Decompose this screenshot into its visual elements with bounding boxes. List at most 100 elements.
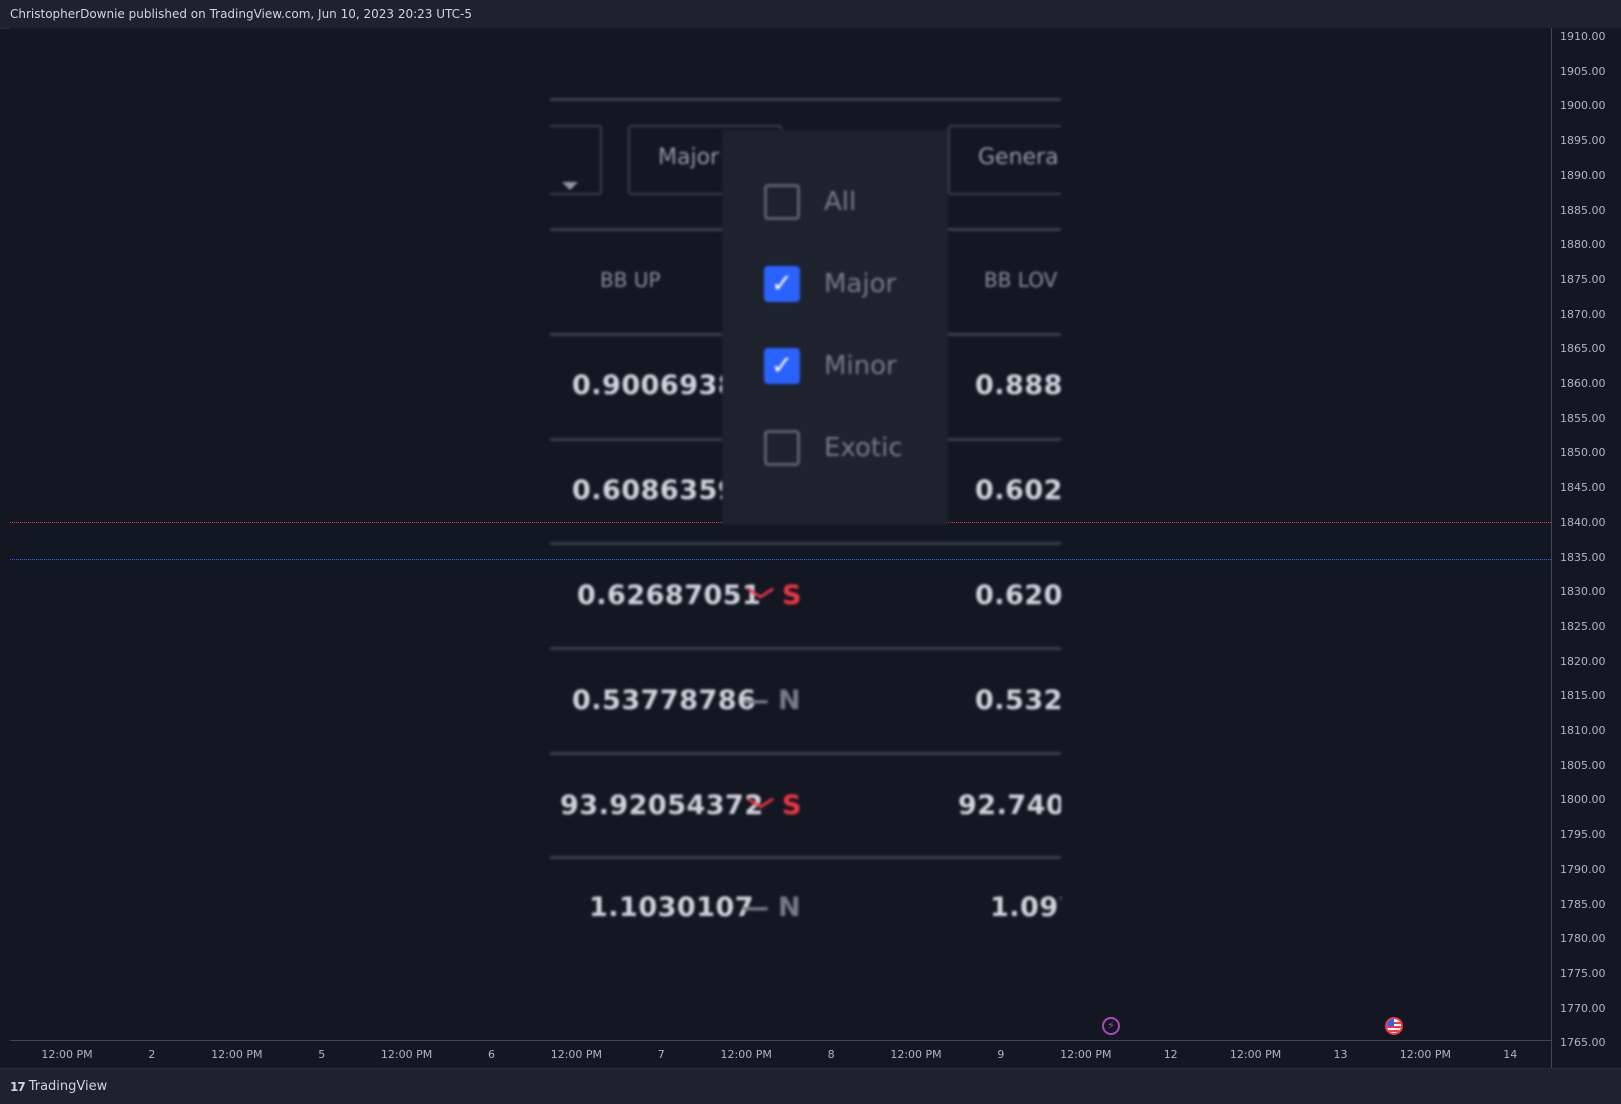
embedded-table-image: Major Genera BB UP BB LOV 0.90069389 0.8… [550, 80, 1061, 980]
time-tick: 12:00 PM [1060, 1048, 1112, 1061]
option-exotic: Exotic [764, 430, 903, 466]
lightning-icon[interactable]: ⚡ [1102, 1017, 1120, 1035]
selector-right: Genera [948, 125, 1061, 195]
tradingview-logo-icon: 17 [10, 1079, 26, 1094]
time-tick: 12:00 PM [720, 1048, 772, 1061]
publish-info: ChristopherDownie published on TradingVi… [10, 7, 473, 21]
price-tick: 1905.00 [1560, 64, 1606, 78]
row-5-bb-up: 93.92054372 [560, 790, 764, 821]
price-tick: 1880.00 [1560, 238, 1606, 252]
option-all: All [764, 184, 856, 220]
dash-icon: — [742, 892, 770, 923]
price-tick: 1765.00 [1560, 1036, 1606, 1050]
price-tick: 1775.00 [1560, 966, 1606, 980]
chevron-down-icon: ﹀ [747, 797, 775, 828]
time-axis[interactable]: 12:00 PM 2 12:00 PM 5 12:00 PM 6 12:00 PM 7 12:0… [10, 1040, 1551, 1069]
time-tick: 2 [148, 1048, 156, 1061]
time-tick: 12 [1163, 1048, 1178, 1061]
row-2-bb-low: 0.6024 [975, 475, 1061, 506]
option-minor: ✓ Minor [764, 348, 897, 384]
price-tick: 1790.00 [1560, 862, 1606, 876]
price-tick: 1865.00 [1560, 342, 1606, 356]
checkbox-unchecked-icon [764, 184, 800, 220]
time-tick: 12:00 PM [41, 1048, 93, 1061]
price-axis[interactable]: 1910.00 1905.00 1900.00 1895.00 1890.00 1885.… [1551, 28, 1621, 1068]
time-tick: 12:00 PM [890, 1048, 942, 1061]
time-tick: 14 [1503, 1048, 1518, 1061]
chevron-down-icon: ﹀ [747, 587, 775, 618]
time-tick: 6 [488, 1048, 495, 1061]
selector-right-label: Genera [978, 145, 1059, 170]
price-tick: 1820.00 [1560, 654, 1606, 668]
separator [550, 647, 1061, 650]
price-tick: 1895.00 [1560, 134, 1606, 148]
price-tick: 1855.00 [1560, 411, 1606, 425]
row-5-signal: S [782, 790, 802, 821]
time-tick: 12:00 PM [1229, 1048, 1282, 1061]
us-flag-icon[interactable] [1385, 1017, 1403, 1035]
time-tick: 7 [657, 1048, 665, 1061]
option-exotic-label: Exotic [824, 433, 903, 463]
price-tick: 1885.00 [1560, 203, 1606, 217]
price-tick: 1900.00 [1560, 99, 1606, 113]
header-bb-up: BB UP [600, 268, 661, 292]
time-tick: 5 [318, 1048, 326, 1061]
category-dropdown: All ✓ Major ✓ Minor Exotic [722, 130, 948, 525]
separator [550, 98, 1061, 101]
price-tick: 1805.00 [1560, 758, 1606, 772]
price-tick: 1780.00 [1560, 932, 1606, 946]
price-tick: 1860.00 [1560, 377, 1606, 390]
price-tick: 1770.00 [1560, 1001, 1606, 1015]
price-tick: 1815.00 [1560, 689, 1606, 703]
price-tick: 1875.00 [1560, 272, 1606, 286]
price-tick: 1800.00 [1560, 793, 1606, 807]
option-all-label: All [824, 187, 857, 217]
row-3-bb-low: 0.6202 [975, 580, 1061, 611]
price-tick: 1785.00 [1560, 897, 1606, 911]
separator [550, 856, 1061, 859]
time-tick: 12:00 PM [1399, 1048, 1452, 1061]
row-4-signal: N [778, 685, 802, 716]
time-tick: 8 [827, 1048, 835, 1061]
time-tick: 13 [1333, 1048, 1348, 1061]
price-tick: 1845.00 [1560, 481, 1606, 495]
option-minor-label: Minor [824, 351, 897, 381]
price-tick: 1870.00 [1560, 307, 1606, 321]
time-tick: 12:00 PM [550, 1048, 603, 1061]
price-tick: 1825.00 [1560, 619, 1606, 633]
separator [550, 542, 1061, 545]
header-bb-low: BB LOV [984, 268, 1058, 292]
price-tick: 1835.00 [1560, 550, 1606, 564]
price-tick: 1840.00 [1560, 515, 1606, 529]
tradingview-logo[interactable]: 17 TradingView [10, 1079, 107, 1094]
separator [550, 752, 1061, 755]
checkbox-unchecked-icon [764, 430, 800, 466]
checkbox-checked-icon: ✓ [764, 348, 800, 384]
selector-middle-label: Major [658, 145, 720, 170]
row-3-signal: S [782, 580, 802, 611]
option-major-label: Major [824, 269, 897, 299]
time-tick: 12:00 PM [211, 1048, 263, 1061]
price-tick: 1795.00 [1560, 828, 1606, 842]
option-major: ✓ Major [764, 266, 896, 302]
price-tick: 1830.00 [1560, 585, 1606, 599]
row-6-bb-low: 1.097 [990, 892, 1061, 923]
time-tick: 12:00 PM [380, 1048, 433, 1061]
selector-left [550, 125, 602, 195]
price-tick: 1850.00 [1560, 446, 1606, 460]
row-4-bb-up: 0.53778786 [572, 685, 757, 716]
row-1-bb-low: 0.8886 [975, 370, 1061, 401]
dash-icon: — [742, 685, 770, 716]
price-tick: 1810.00 [1560, 724, 1606, 737]
chevron-down-icon [562, 182, 578, 190]
row-4-bb-low: 0.5329 [975, 685, 1061, 716]
price-tick: 1910.00 [1560, 30, 1606, 43]
time-tick: 9 [997, 1048, 1005, 1061]
checkbox-checked-icon: ✓ [764, 266, 800, 302]
row-6-bb-up: 1.1030107 [589, 892, 755, 923]
price-tick: 1890.00 [1560, 168, 1606, 182]
publish-header: ChristopherDownie published on TradingVi… [0, 0, 1621, 29]
row-6-signal: N [778, 892, 802, 923]
brand-name: TradingView [28, 1079, 108, 1094]
row-5-bb-low: 92.7405 [958, 790, 1061, 821]
